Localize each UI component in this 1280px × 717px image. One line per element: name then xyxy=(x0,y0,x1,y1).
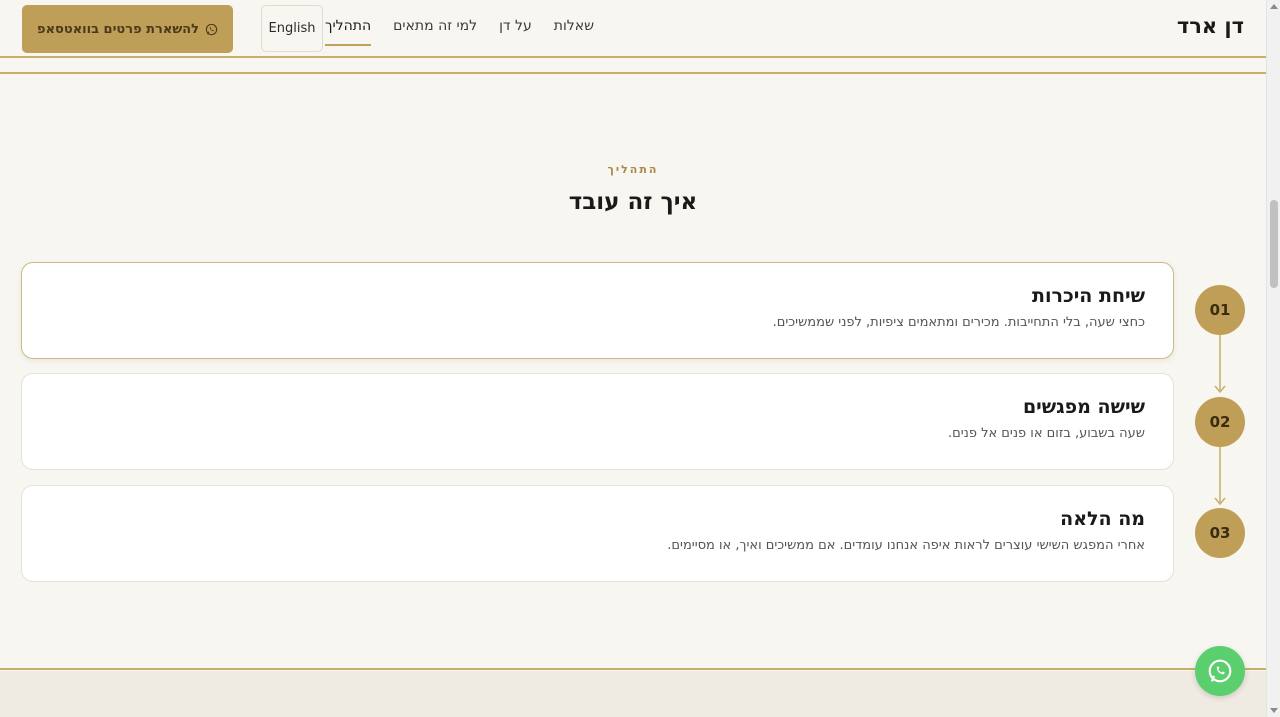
page-scrollbar[interactable] xyxy=(1266,0,1280,717)
scroll-down-arrow-icon[interactable] xyxy=(1270,708,1278,713)
scrollbar-thumb[interactable] xyxy=(1270,200,1278,288)
step-title: שיחת היכרות xyxy=(1032,285,1145,307)
main-nav: התהליך למי זה מתאים על דן שאלות xyxy=(325,18,594,46)
step-card-3: מה הלאה אחרי המפגש השישי עוצרים לראות אי… xyxy=(21,485,1174,582)
step-description: אחרי המפגש השישי עוצרים לראות איפה אנחנו… xyxy=(667,538,1145,553)
step-title: שישה מפגשים xyxy=(1022,396,1145,418)
whatsapp-icon xyxy=(1208,659,1232,683)
step-connector-arrow xyxy=(1214,447,1226,506)
step-description: שעה בשבוע, בזום או פנים אל פנים. xyxy=(947,426,1145,441)
step-connector-arrow xyxy=(1214,335,1226,394)
step-title: מה הלאה xyxy=(1060,508,1145,530)
next-section-band xyxy=(0,671,1266,717)
step-number-badge: 01 xyxy=(1195,285,1245,335)
step-number-badge: 03 xyxy=(1195,508,1245,558)
nav-item-process[interactable]: התהליך xyxy=(325,18,372,46)
section-divider-top xyxy=(0,72,1266,74)
whatsapp-cta-button[interactable]: להשארת פרטים בוואטסאפ xyxy=(22,5,233,53)
nav-item-faq[interactable]: שאלות xyxy=(554,18,594,46)
site-header: דן ארד התהליך למי זה מתאים על דן שאלות E… xyxy=(0,0,1266,58)
nav-item-who-is-it-for[interactable]: למי זה מתאים xyxy=(393,18,477,46)
nav-item-about[interactable]: על דן xyxy=(499,18,532,46)
section-title: איך זה עובד xyxy=(568,189,698,215)
step-number-badge: 02 xyxy=(1195,397,1245,447)
section-eyebrow: התהליך xyxy=(607,163,659,176)
scroll-up-arrow-icon[interactable] xyxy=(1270,4,1278,9)
language-toggle-button[interactable]: English xyxy=(261,5,323,52)
whatsapp-floating-button[interactable] xyxy=(1195,646,1245,696)
whatsapp-icon xyxy=(205,23,218,36)
step-card-1: שיחת היכרות כחצי שעה, בלי התחייבות. מכיר… xyxy=(21,262,1174,359)
whatsapp-cta-label: להשארת פרטים בוואטסאפ xyxy=(37,21,199,37)
section-divider-bottom xyxy=(0,668,1266,670)
step-description: כחצי שעה, בלי התחייבות. מכירים ומתאמים צ… xyxy=(772,315,1145,330)
brand-logo[interactable]: דן ארד xyxy=(1177,14,1244,38)
step-card-2: שישה מפגשים שעה בשבוע, בזום או פנים אל פ… xyxy=(21,373,1174,470)
